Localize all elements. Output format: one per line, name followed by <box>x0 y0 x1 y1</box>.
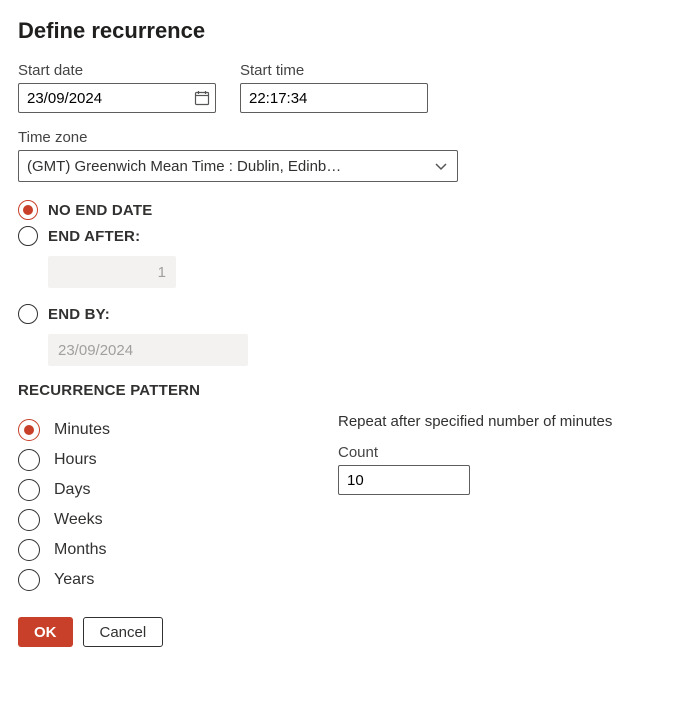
end-by-label: END BY: <box>48 306 110 323</box>
chevron-down-icon <box>433 158 449 174</box>
pattern-option-years[interactable]: Years <box>18 569 318 591</box>
pattern-label-years: Years <box>54 571 94 589</box>
pattern-label-hours: Hours <box>54 451 97 469</box>
pattern-option-hours[interactable]: Hours <box>18 449 318 471</box>
pattern-option-weeks[interactable]: Weeks <box>18 509 318 531</box>
radio-icon <box>18 479 40 501</box>
start-time-input[interactable] <box>240 83 428 113</box>
recurrence-pattern-header: RECURRENCE PATTERN <box>18 382 677 399</box>
time-zone-label: Time zone <box>18 129 677 146</box>
radio-icon <box>18 509 40 531</box>
pattern-option-months[interactable]: Months <box>18 539 318 561</box>
pattern-label-minutes: Minutes <box>54 421 110 439</box>
page-title: Define recurrence <box>18 18 677 44</box>
radio-icon <box>18 449 40 471</box>
end-by-date-input[interactable] <box>48 334 248 366</box>
end-after-option[interactable]: END AFTER: <box>18 226 677 246</box>
no-end-date-option[interactable]: NO END DATE <box>18 200 677 220</box>
ok-button[interactable]: OK <box>18 617 73 647</box>
radio-icon <box>18 304 38 324</box>
time-zone-value: (GMT) Greenwich Mean Time : Dublin, Edin… <box>27 158 341 175</box>
calendar-icon[interactable] <box>194 90 210 106</box>
start-date-input[interactable] <box>18 83 216 113</box>
pattern-label-months: Months <box>54 541 106 559</box>
end-after-count-input[interactable] <box>48 256 176 288</box>
count-label: Count <box>338 444 677 461</box>
no-end-date-label: NO END DATE <box>48 202 152 219</box>
radio-icon <box>18 200 38 220</box>
pattern-label-weeks: Weeks <box>54 511 103 529</box>
time-zone-select[interactable]: (GMT) Greenwich Mean Time : Dublin, Edin… <box>18 150 458 182</box>
repeat-description: Repeat after specified number of minutes <box>338 413 677 430</box>
radio-icon <box>18 569 40 591</box>
radio-icon <box>18 226 38 246</box>
pattern-option-days[interactable]: Days <box>18 479 318 501</box>
cancel-button[interactable]: Cancel <box>83 617 164 647</box>
start-date-label: Start date <box>18 62 216 79</box>
end-by-option[interactable]: END BY: <box>18 304 677 324</box>
radio-icon <box>18 539 40 561</box>
end-after-label: END AFTER: <box>48 228 140 245</box>
pattern-label-days: Days <box>54 481 90 499</box>
start-time-label: Start time <box>240 62 428 79</box>
pattern-option-minutes[interactable]: Minutes <box>18 419 318 441</box>
count-input[interactable] <box>338 465 470 495</box>
radio-icon <box>18 419 40 441</box>
